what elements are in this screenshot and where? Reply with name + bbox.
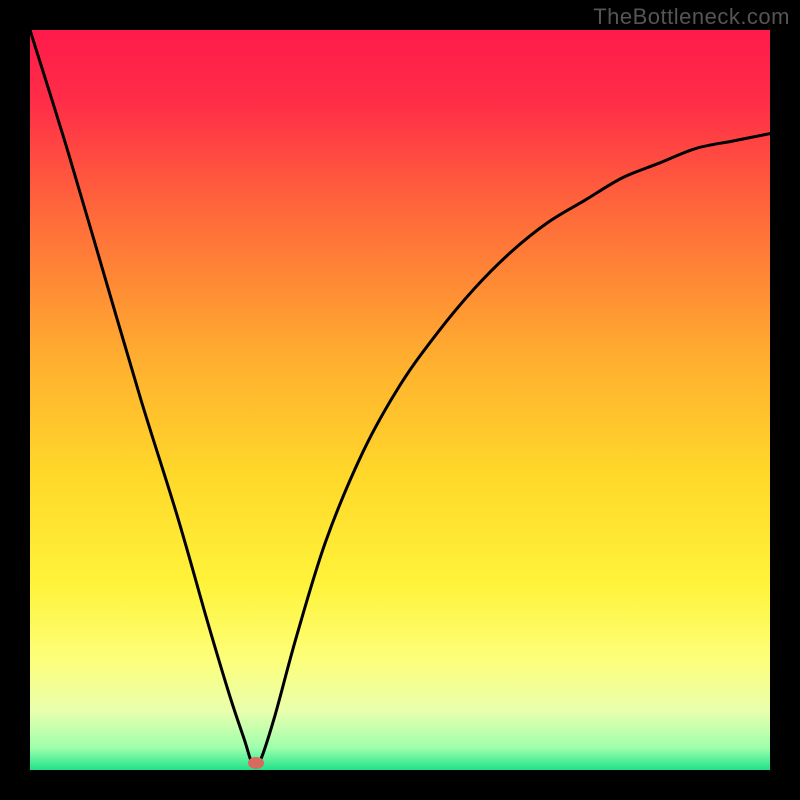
watermark-text: TheBottleneck.com bbox=[593, 4, 790, 30]
chart-frame: TheBottleneck.com bbox=[0, 0, 800, 800]
optimum-marker bbox=[248, 757, 264, 769]
plot-area bbox=[30, 30, 770, 770]
bottleneck-curve bbox=[30, 30, 770, 770]
